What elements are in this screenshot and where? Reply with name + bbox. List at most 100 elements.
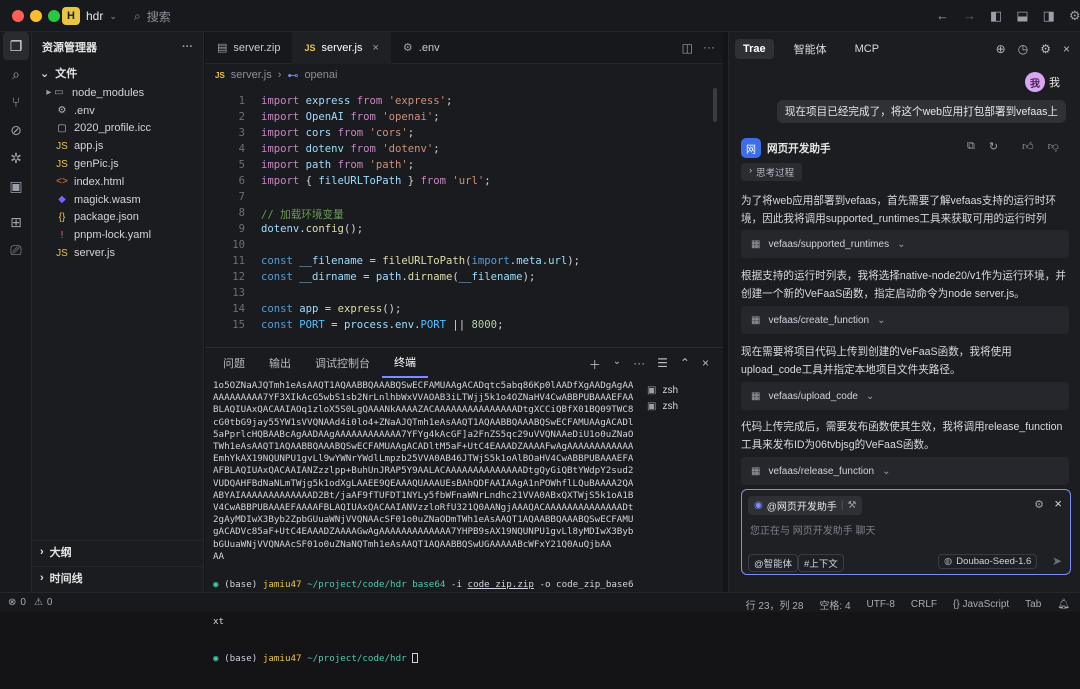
close-window-button[interactable]: [12, 10, 24, 22]
split-editor-icon[interactable]: ◫: [682, 41, 693, 55]
history-icon[interactable]: ◷: [1018, 42, 1028, 56]
deploy-icon[interactable]: ⎚: [0, 236, 32, 264]
file-item[interactable]: ▢ 2020_profile.icc: [32, 120, 203, 138]
language-mode[interactable]: {} JavaScript: [953, 599, 1009, 610]
chevron-right-icon: ›: [40, 545, 44, 558]
line-number: 6: [238, 175, 245, 187]
outline-section-header[interactable]: › 大纲: [32, 540, 204, 562]
file-item[interactable]: JS server.js: [32, 244, 203, 262]
thumbs-up-icon[interactable]: 👍︎: [1022, 140, 1034, 153]
source-control-icon[interactable]: ⑂: [0, 88, 32, 116]
breadcrumb-symbol[interactable]: openai: [304, 69, 337, 81]
terminal-commands[interactable]: ◉ (base) jamiu47 ~/project/code/hdr base…: [213, 555, 633, 689]
project-switcher[interactable]: H hdr ⌄: [62, 7, 117, 25]
tab-env[interactable]: ⚙ .env: [391, 32, 452, 64]
debug-icon[interactable]: ✲: [0, 144, 32, 172]
toggle-panel-icon[interactable]: ⬓: [1016, 8, 1028, 24]
tab-mode[interactable]: Tab: [1025, 599, 1041, 610]
tab-mcp[interactable]: MCP: [847, 39, 887, 59]
tab-problems[interactable]: 问题: [211, 348, 257, 378]
agent-button[interactable]: @智能体: [748, 554, 799, 572]
file-item[interactable]: ⚙ .env: [32, 102, 203, 120]
explorer-sidebar: 资源管理器 ··· ⌄ 文件 ▸ ▭ node_modules ⚙ .env ▢ 2020…: [32, 32, 204, 592]
extensions-icon[interactable]: ⊞: [0, 208, 32, 236]
tab-server-zip[interactable]: ▤ server.zip: [205, 32, 292, 64]
send-icon[interactable]: ➤: [1052, 554, 1062, 568]
model-selector[interactable]: ◍ Doubao-Seed-1.6: [938, 554, 1038, 569]
settings-gear-icon[interactable]: ⚙: [1069, 8, 1080, 24]
more-icon[interactable]: ···: [633, 356, 645, 373]
problems-summary[interactable]: ⊗ 0 ⚠ 0: [8, 597, 52, 608]
close-panel-icon[interactable]: ×: [702, 356, 709, 373]
more-icon[interactable]: ···: [703, 40, 715, 54]
file-item[interactable]: JS app.js: [32, 137, 203, 155]
tab-server-js[interactable]: JS server.js ×: [292, 31, 391, 64]
terminal-instance[interactable]: ▣ zsh: [647, 382, 678, 398]
json-icon: {}: [58, 211, 66, 223]
tab-terminal[interactable]: 终端: [382, 348, 428, 378]
maximize-window-button[interactable]: [48, 10, 60, 22]
regenerate-icon[interactable]: ↻: [989, 140, 998, 153]
close-icon[interactable]: ×: [1054, 496, 1062, 511]
line-ending[interactable]: CRLF: [911, 599, 937, 610]
chevron-right-icon: ›: [749, 165, 753, 176]
model-icon: ◍: [944, 556, 953, 567]
context-button[interactable]: #上下文: [798, 554, 844, 572]
add-terminal-icon[interactable]: ＋: [589, 356, 601, 373]
file-item[interactable]: {} package.json: [32, 209, 203, 227]
cursor-position[interactable]: 行 23，列 28: [746, 597, 804, 612]
toggle-sidebar-icon[interactable]: ◧: [990, 8, 1002, 24]
chat-input-placeholder[interactable]: 您正在与 网页开发助手 聊天: [750, 522, 876, 537]
panel-layout-icon[interactable]: ☰: [657, 356, 668, 373]
tab-debug-console[interactable]: 调试控制台: [303, 348, 382, 378]
tool-call-release-function[interactable]: ▦ vefaas/release_function ⌄: [741, 457, 1069, 485]
tool-call-create-function[interactable]: ▦ vefaas/create_function ⌄: [741, 306, 1069, 334]
search-icon[interactable]: ⌕: [0, 60, 32, 88]
file-item[interactable]: ▸ ▭ node_modules: [32, 84, 203, 102]
search-box[interactable]: ⌕ 搜索: [134, 8, 171, 25]
thumbs-down-icon[interactable]: 👎︎: [1048, 140, 1059, 153]
timeline-section-header[interactable]: › 时间线: [32, 566, 204, 588]
tab-output[interactable]: 输出: [257, 348, 303, 378]
tool-call-supported-runtimes[interactable]: ▦ vefaas/supported_runtimes ⌄: [741, 230, 1069, 258]
maximize-panel-icon[interactable]: ⌃: [680, 356, 690, 373]
terminal-wrap: xt: [213, 616, 225, 628]
files-section-header[interactable]: ⌄ 文件: [32, 62, 203, 84]
file-item[interactable]: ◆ magick.wasm: [32, 191, 203, 209]
file-item[interactable]: JS genPic.js: [32, 155, 203, 173]
encoding[interactable]: UTF-8: [867, 599, 895, 610]
tool-settings-icon[interactable]: ⚒: [848, 500, 857, 511]
close-icon[interactable]: ×: [372, 42, 378, 54]
minimize-window-button[interactable]: [30, 10, 42, 22]
chat-input-box[interactable]: ◉ @网页开发助手 | ⚒ ⚙ × 您正在与 网页开发助手 聊天 @智能体 #上…: [741, 489, 1071, 575]
terminal-instance[interactable]: ▣ zsh: [647, 398, 678, 414]
agent-chip[interactable]: ◉ @网页开发助手 | ⚒: [748, 496, 863, 515]
line-number: 15: [232, 319, 245, 331]
indentation[interactable]: 空格: 4: [819, 597, 850, 612]
terminal-line: BLAQIUAxQACAAIAOq1zloX5S0LgQAAANkAAAAZAC…: [213, 404, 633, 416]
breadcrumb-file[interactable]: server.js: [231, 69, 272, 81]
copy-icon[interactable]: ⧉: [967, 140, 975, 153]
tab-trae[interactable]: Trae: [735, 39, 774, 59]
close-icon[interactable]: ×: [1063, 42, 1070, 56]
editor-scrollbar[interactable]: [713, 88, 717, 122]
file-item[interactable]: <> index.html: [32, 173, 203, 191]
toggle-secondary-sidebar-icon[interactable]: ◨: [1043, 8, 1055, 24]
command-rest: -o code_zip_base64.t: [539, 579, 633, 591]
preview-icon[interactable]: ▣: [0, 172, 32, 200]
more-icon[interactable]: ···: [182, 41, 193, 53]
new-chat-icon[interactable]: ⊕: [996, 42, 1006, 56]
forward-arrow-icon[interactable]: →: [963, 8, 976, 24]
file-item[interactable]: ! pnpm-lock.yaml: [32, 226, 203, 244]
tab-agents[interactable]: 智能体: [786, 37, 835, 61]
explorer-icon[interactable]: ❐: [3, 32, 29, 60]
settings-gear-icon[interactable]: ⚙: [1040, 42, 1051, 56]
settings-gear-icon[interactable]: ⚙: [1034, 498, 1044, 511]
tool-call-upload-code[interactable]: ▦ vefaas/upload_code ⌄: [741, 382, 1069, 410]
remote-icon[interactable]: ⊘: [0, 116, 32, 144]
notifications-icon[interactable]: 🔔︎: [1057, 599, 1070, 610]
terminal-output[interactable]: 1o5OZNaAJQTmh1eAsAAQT1AQAABBQAAABQSwECFA…: [213, 380, 633, 563]
chevron-down-icon[interactable]: ⌄: [613, 356, 621, 373]
thinking-toggle[interactable]: › 思考过程: [741, 163, 803, 181]
back-arrow-icon[interactable]: ←: [936, 8, 949, 24]
